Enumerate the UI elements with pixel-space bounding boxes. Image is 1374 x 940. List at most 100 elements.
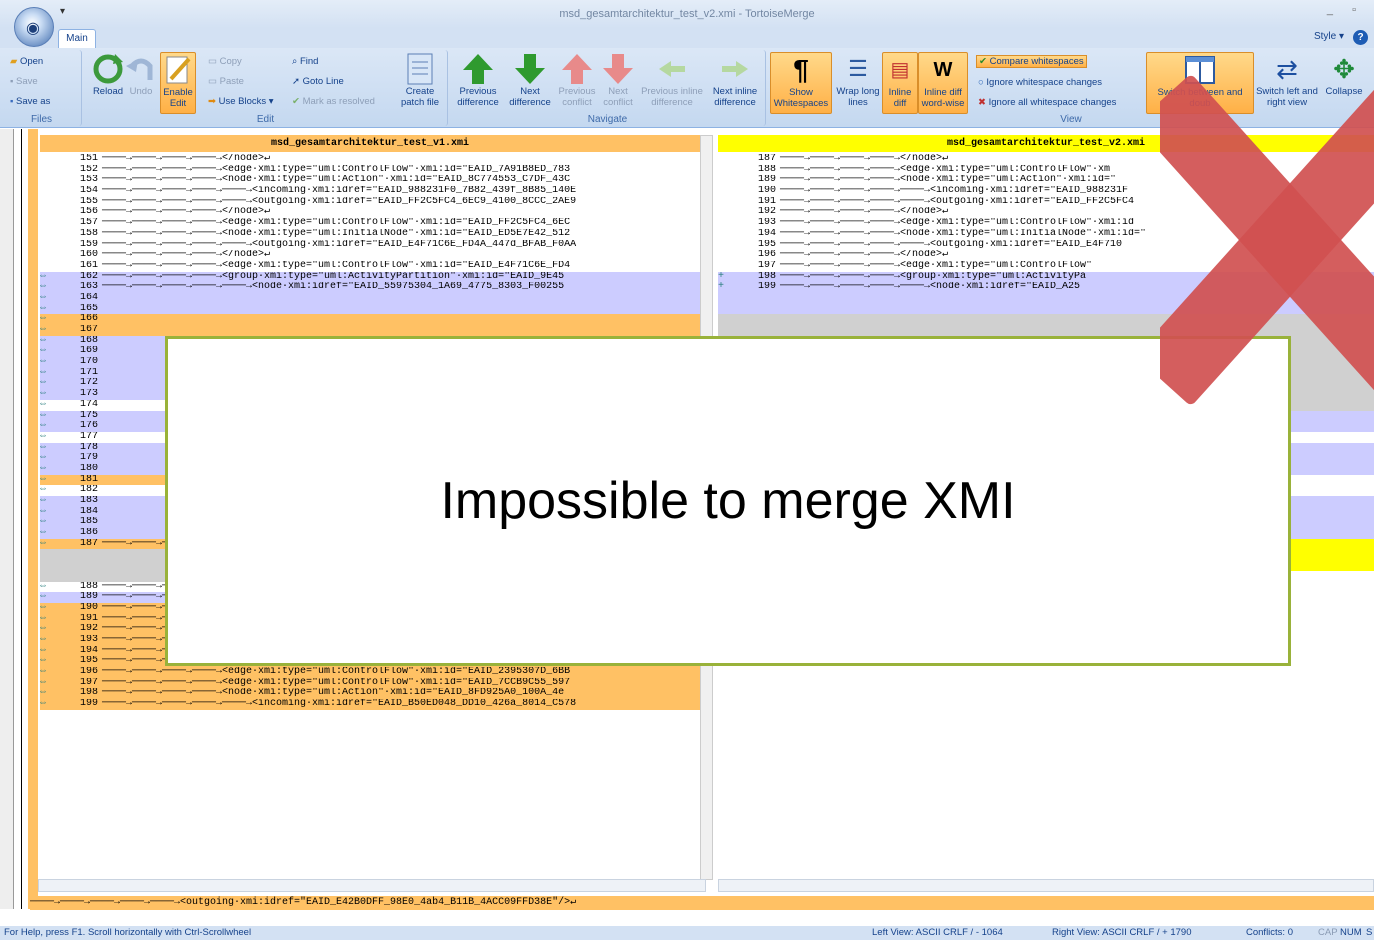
copy-button[interactable]: ▭ Copy — [208, 56, 242, 67]
line-number: 160 — [79, 250, 98, 261]
paste-button[interactable]: ▭ Paste — [208, 76, 244, 87]
line-marker-icon: ⇔ — [40, 314, 47, 325]
create-patch-button[interactable]: Create patch file — [396, 52, 444, 108]
previous-difference-button[interactable]: Previous difference — [454, 52, 502, 108]
next-conflict-button[interactable]: Next conflict — [596, 52, 640, 108]
code-line[interactable]: ⇔ 166 — [40, 314, 700, 325]
window-controls[interactable]: _ ▫ — [1327, 4, 1364, 16]
style-menu[interactable]: Style ▾ — [1314, 31, 1344, 42]
open-button[interactable]: ▰ Open — [10, 56, 43, 67]
line-marker-icon: + — [718, 271, 725, 282]
line-marker-icon: ⇔ — [40, 282, 47, 293]
inline-diff-button[interactable]: ▤ Inline diff — [882, 52, 918, 114]
line-number: 166 — [79, 314, 98, 325]
tab-main[interactable]: Main — [58, 29, 96, 48]
previous-inline-difference-button[interactable]: Previous inline difference — [638, 52, 706, 108]
code-line[interactable]: ⇔ 163 ────→────→────→────→────→<node·xmi:i… — [40, 282, 700, 293]
enable-edit-button[interactable]: Enable Edit — [160, 52, 196, 114]
line-text: ────→────→────→────→</node>↵ — [780, 250, 949, 261]
save-as-label: Save as — [16, 96, 51, 107]
show-whitespaces-button[interactable]: ¶ Show Whitespaces — [770, 52, 832, 114]
save-as-button[interactable]: ▪ Save as — [10, 96, 50, 107]
code-line[interactable]: 159 ────→────→────→────→────→<outgoing·xm… — [40, 239, 700, 251]
goto-icon: ➚ — [292, 76, 300, 87]
edit-pencil-icon — [166, 56, 191, 84]
compare-whitespaces-option[interactable]: ✔ Compare whitespaces — [976, 55, 1087, 68]
line-number: 187 — [79, 538, 98, 549]
line-number: 180 — [79, 463, 98, 474]
left-marker-strip — [14, 129, 22, 909]
code-line[interactable]: ⇔ 164 — [40, 292, 700, 304]
previous-conflict-button[interactable]: Previous conflict — [554, 52, 600, 108]
code-line[interactable]: 153 ────→────→────→────→<node·xmi:type="u… — [40, 175, 700, 187]
code-line[interactable]: ⇔ 196 ────→────→────→────→<edge·xmi:type="… — [40, 667, 700, 678]
wrap-label: Wrap long lines — [836, 86, 880, 108]
ignore-all-whitespace-option[interactable]: ✖ Ignore all whitespace changes — [978, 97, 1116, 108]
line-marker-icon: ⇔ — [40, 517, 47, 528]
use-blocks-button[interactable]: ➡ Use Blocks ▾ — [208, 96, 274, 107]
status-left-view: Left View: ASCII CRLF / - 1064 — [872, 927, 1003, 938]
code-line[interactable]: 152 ────→────→────→────→<edge·xmi:type="u… — [40, 164, 700, 176]
inline-diff-word-wise-button[interactable]: W Inline diff word-wise — [918, 52, 968, 114]
line-number: 197 — [79, 677, 98, 688]
line-text: ────→────→────→────→<node·xmi:type="uml:… — [102, 228, 571, 239]
code-line[interactable]: 160 ────→────→────→────→</node>↵ — [40, 250, 700, 261]
line-text: ────→────→────→────→<group·xmi:type="uml… — [780, 271, 1087, 282]
wrap-icon: ☰ — [848, 56, 868, 81]
goto-line-button[interactable]: ➚ Goto Line — [292, 76, 344, 87]
line-text: ────→────→────→────→────→<node·xmi:idref… — [102, 282, 565, 293]
left-horizontal-scrollbar[interactable] — [38, 879, 706, 892]
line-marker-icon: ⇔ — [40, 528, 47, 539]
undo-button[interactable]: Undo — [118, 52, 164, 97]
line-number: 175 — [79, 410, 98, 421]
code-line[interactable]: ⇔ 197 ────→────→────→────→<edge·xmi:type="… — [40, 677, 700, 689]
line-number: 154 — [79, 186, 98, 197]
line-number: 182 — [79, 485, 98, 496]
code-line[interactable]: 151 ────→────→────→────→</node>↵ — [40, 154, 700, 165]
line-text: ────→────→────→────→<edge·xmi:type="uml:… — [780, 260, 1093, 271]
app-menu-button[interactable]: ◉ — [14, 7, 54, 47]
mark-resolved-label: Mark as resolved — [302, 96, 375, 107]
line-number: 167 — [79, 325, 98, 335]
code-line[interactable]: 158 ────→────→────→────→<node·xmi:type="u… — [40, 228, 700, 240]
save-button[interactable]: ▪ Save — [10, 76, 38, 87]
help-icon[interactable]: ? — [1353, 30, 1368, 45]
code-line[interactable]: ⇔ 167 — [40, 325, 700, 336]
code-line[interactable]: ⇔ 198 ────→────→────→────→<node·xmi:type="… — [40, 688, 700, 700]
bottom-merged-line[interactable]: ────→────→────→────→────→<outgoing·xmi:i… — [30, 896, 1374, 910]
code-line[interactable]: 155 ────→────→────→────→────→<outgoing·xm… — [40, 196, 700, 208]
code-line[interactable]: 154 ────→────→────→────→────→<incoming·xm… — [40, 186, 700, 197]
line-text: ────→────→────→────→</node>↵ — [102, 154, 271, 164]
line-marker-icon: ⇔ — [40, 592, 47, 603]
code-line[interactable]: 161 ────→────→────→────→<edge·xmi:type="u… — [40, 260, 700, 272]
find-button[interactable]: ⌕ Find — [292, 56, 318, 67]
location-bar[interactable] — [0, 129, 14, 909]
line-number: 159 — [79, 239, 98, 250]
line-marker-icon: ⇔ — [40, 453, 47, 464]
line-number: 185 — [79, 517, 98, 528]
ribbon-tab-row: Main Style ▾ ? — [0, 28, 1374, 48]
line-text: ────→────→────→────→<edge·xmi:type="uml:… — [102, 260, 571, 271]
code-line[interactable]: 156 ────→────→────→────→</node>↵ — [40, 207, 700, 219]
line-number: 179 — [79, 453, 98, 464]
enable-edit-label: Enable Edit — [163, 87, 193, 109]
line-text: ────→────→────→────→<node·xmi:type="uml:… — [102, 175, 571, 186]
code-line[interactable]: ⇔ 165 — [40, 303, 700, 315]
next-inline-difference-button[interactable]: Next inline difference — [706, 52, 764, 108]
line-number: 171 — [79, 367, 98, 378]
next-difference-button[interactable]: Next difference — [506, 52, 554, 108]
ignore-whitespace-changes-option[interactable]: ○ Ignore whitespace changes — [978, 77, 1102, 88]
line-marker-icon: ⇔ — [40, 474, 47, 485]
previous-inline-label: Previous inline difference — [641, 86, 703, 108]
wrap-long-lines-button[interactable]: ☰ Wrap long lines — [834, 52, 882, 108]
line-number: 195 — [79, 656, 98, 667]
mark-resolved-button[interactable]: ✔ Mark as resolved — [292, 96, 375, 107]
code-line[interactable]: ⇔ 199 ────→────→────→────→────→<incoming·x… — [40, 699, 700, 710]
right-horizontal-scrollbar[interactable] — [718, 879, 1374, 892]
line-marker-icon: ⇔ — [40, 688, 47, 699]
line-number: 169 — [79, 346, 98, 357]
code-line[interactable]: 157 ────→────→────→────→<edge·xmi:type="u… — [40, 218, 700, 229]
line-number: 157 — [79, 218, 98, 229]
code-line[interactable]: ⇔ 162 ────→────→────→────→<group·xmi:type=… — [40, 271, 700, 283]
line-text: ────→────→────→────→────→<node·xmi:idref… — [780, 282, 1081, 293]
